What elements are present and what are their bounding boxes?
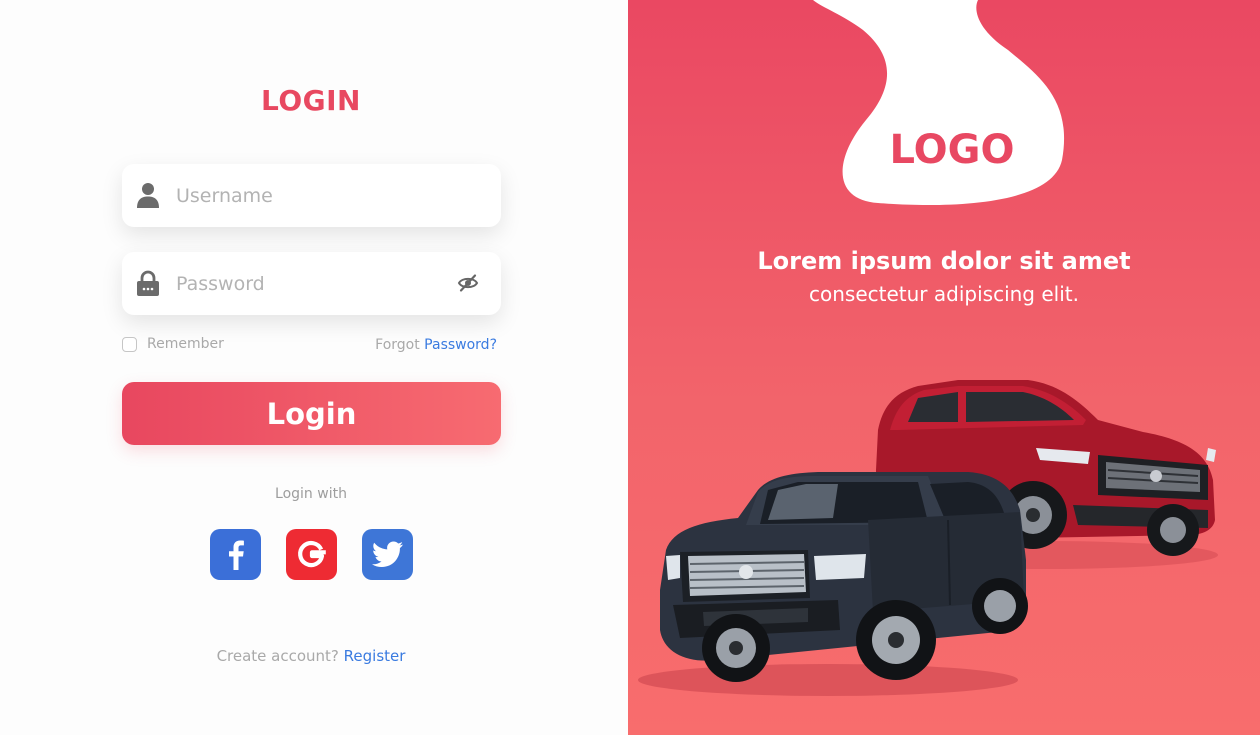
twitter-login-button[interactable] — [362, 529, 413, 580]
remember-checkbox[interactable] — [122, 336, 137, 352]
eye-slash-icon[interactable] — [457, 273, 479, 293]
register-link[interactable]: Register — [344, 647, 406, 665]
user-icon — [136, 182, 160, 208]
login-with-label: Login with — [275, 486, 347, 502]
lock-icon — [136, 270, 160, 296]
password-input[interactable] — [174, 266, 448, 302]
cars-illustration — [638, 380, 1218, 696]
remember-checkbox-group[interactable]: Remember — [122, 336, 224, 352]
login-panel: LOGIN Username Remember Forgot Password?… — [0, 0, 628, 735]
google-login-button[interactable] — [286, 529, 337, 580]
login-page: LOGIN Username Remember Forgot Password?… — [0, 0, 1260, 735]
remember-label: Remember — [147, 336, 224, 352]
forgot-password: Forgot Password? — [375, 337, 497, 353]
login-title: LOGIN — [261, 84, 361, 117]
username-input[interactable] — [174, 178, 448, 214]
twitter-icon — [372, 541, 403, 567]
forgot-password-link[interactable]: Password? — [424, 337, 497, 353]
hero-panel: LOGO Lorem ipsum dolor sit amet consecte… — [628, 0, 1260, 735]
forgot-prefix: Forgot — [375, 337, 425, 353]
black-suv-image — [660, 472, 1028, 682]
password-field[interactable] — [122, 252, 501, 315]
login-options: Remember Forgot Password? — [122, 336, 501, 356]
login-button[interactable]: Login — [122, 382, 501, 445]
create-account: Create account? Register — [0, 647, 622, 665]
create-account-prefix: Create account? — [216, 647, 344, 665]
facebook-login-button[interactable] — [210, 529, 261, 580]
google-icon — [298, 540, 326, 568]
facebook-icon — [229, 540, 244, 570]
username-field[interactable] — [122, 164, 501, 227]
